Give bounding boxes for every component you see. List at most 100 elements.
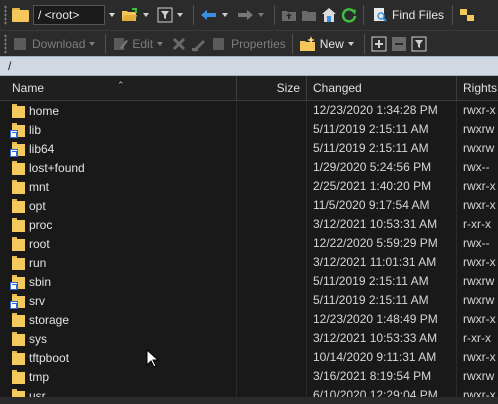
select-files-button[interactable] xyxy=(369,33,389,55)
find-files-icon xyxy=(374,8,387,22)
file-size-cell xyxy=(237,310,307,329)
symlink-icon xyxy=(10,300,18,309)
find-files-label: Find Files xyxy=(392,8,445,22)
file-name-cell[interactable]: lost+found xyxy=(0,158,237,177)
file-rights-cell: rwxr-x xyxy=(463,179,496,193)
plus-icon xyxy=(371,36,387,51)
file-row[interactable]: tftpboot 10/14/2020 9:11:31 AM rwxr-x xyxy=(0,348,498,367)
open-directory-button[interactable] xyxy=(119,4,155,26)
file-row[interactable]: root 12/22/2020 5:59:29 PM rwx-- xyxy=(0,234,498,253)
file-name-cell[interactable]: mnt xyxy=(0,177,237,196)
home-directory-button[interactable] xyxy=(319,4,339,26)
column-header-changed[interactable]: Changed xyxy=(307,76,457,101)
toolbar-grip[interactable] xyxy=(4,33,7,54)
tree-toggle-button[interactable] xyxy=(457,4,477,26)
file-list[interactable]: ⌃ Name Size Changed Rights home 12/23/202… xyxy=(0,76,498,404)
chevron-down-icon[interactable] xyxy=(258,13,264,17)
file-row[interactable]: proc 3/12/2021 10:53:31 AM r-xr-x xyxy=(0,215,498,234)
file-name-cell[interactable]: lib xyxy=(0,120,237,139)
file-name-cell[interactable]: run xyxy=(0,253,237,272)
chevron-down-icon[interactable] xyxy=(89,41,96,46)
refresh-button[interactable] xyxy=(339,4,359,26)
file-changed-cell: 11/5/2020 9:17:54 AM xyxy=(307,196,457,215)
file-size-cell xyxy=(237,348,307,367)
symlink-icon xyxy=(10,129,18,138)
chevron-down-icon[interactable] xyxy=(222,13,228,17)
forward-arrow-icon xyxy=(238,10,253,20)
file-row[interactable]: storage 12/23/2020 1:48:49 PM rwxr-x xyxy=(0,310,498,329)
file-name-cell[interactable]: srv xyxy=(0,291,237,310)
file-name-cell[interactable]: proc xyxy=(0,215,237,234)
unselect-files-button[interactable] xyxy=(389,33,409,55)
file-row[interactable]: sys 3/12/2021 10:53:33 AM r-xr-x xyxy=(0,329,498,348)
chevron-down-icon[interactable] xyxy=(143,13,149,17)
file-row[interactable]: lib64 5/11/2019 2:15:11 AM rwxrw xyxy=(0,139,498,158)
file-name: run xyxy=(29,255,47,270)
forward-button[interactable] xyxy=(234,4,270,26)
file-size-cell xyxy=(237,158,307,177)
file-name: mnt xyxy=(29,179,50,194)
file-row[interactable]: mnt 2/25/2021 1:40:20 PM rwxr-x xyxy=(0,177,498,196)
properties-icon xyxy=(213,37,225,50)
file-name: tmp xyxy=(29,369,50,384)
file-name-cell[interactable]: root xyxy=(0,234,237,253)
path-selector[interactable]: / <root> xyxy=(12,4,119,26)
properties-button[interactable]: Properties xyxy=(209,33,288,55)
chevron-down-icon[interactable] xyxy=(347,41,354,46)
file-row[interactable]: opt 11/5/2020 9:17:54 AM rwxr-x xyxy=(0,196,498,215)
open-folder-icon xyxy=(122,8,137,21)
chevron-down-icon[interactable] xyxy=(109,13,115,17)
root-directory-button[interactable] xyxy=(299,4,319,26)
properties-label: Properties xyxy=(231,36,286,51)
file-name-cell[interactable]: sbin xyxy=(0,272,237,291)
file-size-cell xyxy=(237,367,307,386)
file-changed-cell: 12/23/2020 1:48:49 PM xyxy=(307,310,457,329)
column-header-size[interactable]: Size xyxy=(237,76,307,101)
file-row[interactable]: tmp 3/16/2021 8:19:54 PM rwxrw xyxy=(0,367,498,386)
file-name-cell[interactable]: tftpboot xyxy=(0,348,237,367)
edit-button[interactable]: Edit xyxy=(110,33,169,55)
download-button[interactable]: Download xyxy=(10,33,101,55)
file-name-cell[interactable]: opt xyxy=(0,196,237,215)
delete-button[interactable] xyxy=(169,33,189,55)
separator xyxy=(193,5,194,25)
file-name: home xyxy=(29,103,60,118)
toolbar-grip[interactable] xyxy=(4,5,7,25)
file-name-cell[interactable]: sys xyxy=(0,329,237,348)
horizontal-scrollbar[interactable] xyxy=(0,397,498,404)
file-name-cell[interactable]: lib64 xyxy=(0,139,237,158)
file-name-cell[interactable]: storage xyxy=(0,310,237,329)
address-bar[interactable]: / xyxy=(0,56,498,76)
back-button[interactable] xyxy=(198,4,234,26)
select-icon xyxy=(411,36,427,51)
file-row[interactable]: run 3/12/2021 11:01:31 AM rwxr-x xyxy=(0,253,498,272)
file-row[interactable]: sbin 5/11/2019 2:15:11 AM rwxrw xyxy=(0,272,498,291)
folder-icon xyxy=(12,103,25,118)
path-dropdown[interactable]: / <root> xyxy=(33,5,105,25)
folder-icon xyxy=(12,236,25,251)
column-header-rights[interactable]: Rights xyxy=(457,76,498,101)
file-row[interactable]: srv 5/11/2019 2:15:11 AM rwxrw xyxy=(0,291,498,310)
file-name: lib xyxy=(29,122,42,137)
find-files-button[interactable]: Find Files xyxy=(368,7,448,23)
separator xyxy=(105,33,107,54)
file-row[interactable]: home 12/23/2020 1:34:28 PM rwxr-x xyxy=(0,101,498,120)
chevron-down-icon[interactable] xyxy=(177,13,183,17)
refresh-icon xyxy=(341,8,357,23)
file-changed-cell: 5/11/2019 2:15:11 AM xyxy=(307,272,457,291)
file-row[interactable]: lib 5/11/2019 2:15:11 AM rwxrw xyxy=(0,120,498,139)
file-name-cell[interactable]: home xyxy=(0,101,237,120)
rename-button[interactable] xyxy=(189,33,209,55)
new-button[interactable]: New xyxy=(297,33,360,55)
file-name-cell[interactable]: tmp xyxy=(0,367,237,386)
minus-icon xyxy=(391,36,406,51)
column-header-name[interactable]: ⌃ Name xyxy=(0,76,237,101)
filter-icon xyxy=(157,7,173,23)
file-changed-cell: 5/11/2019 2:15:11 AM xyxy=(307,120,457,139)
file-row[interactable]: lost+found 1/29/2020 5:24:56 PM rwx-- xyxy=(0,158,498,177)
separator xyxy=(291,33,293,54)
filter-select-button[interactable] xyxy=(409,33,429,55)
filter-button[interactable] xyxy=(155,4,189,26)
parent-directory-button[interactable] xyxy=(279,4,299,26)
chevron-down-icon[interactable] xyxy=(157,41,164,46)
